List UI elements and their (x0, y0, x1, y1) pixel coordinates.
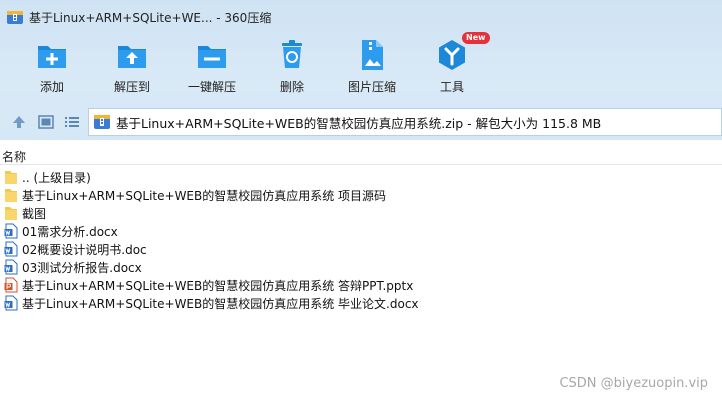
new-badge: New (462, 32, 490, 44)
archive-path-text: 基于Linux+ARM+SQLite+WEB的智慧校园仿真应用系统.zip - … (116, 115, 602, 131)
folder-icon (5, 171, 17, 184)
one-click-extract-button[interactable]: 一键解压 (172, 38, 252, 100)
watermark-text: CSDN @biyezuopin.vip (559, 376, 708, 391)
image-compress-icon (362, 40, 383, 70)
file-list: .. (上级目录) 基于Linux+ARM+SQLite+WEB的智慧校园仿真应… (0, 168, 722, 312)
word-document-icon (4, 259, 18, 275)
path-bar[interactable]: 基于Linux+ARM+SQLite+WEB的智慧校园仿真应用系统.zip - … (88, 108, 722, 136)
window-title: 基于Linux+ARM+SQLite+WE... - 360压缩 (29, 11, 272, 25)
list-item-parent-directory[interactable]: .. (上级目录) (0, 168, 722, 186)
list-item-design-doc[interactable]: 02概要设计说明书.doc (0, 240, 722, 258)
thumbnail-view-icon[interactable] (37, 113, 55, 131)
list-view-icon[interactable] (63, 113, 81, 131)
add-icon (38, 46, 66, 68)
powerpoint-document-icon (4, 277, 18, 293)
tools-button[interactable]: 工具 New (412, 32, 492, 100)
navigation-row: 基于Linux+ARM+SQLite+WEB的智慧校园仿真应用系统.zip - … (0, 107, 722, 137)
list-item-source-folder[interactable]: 基于Linux+ARM+SQLite+WEB的智慧校园仿真应用系统 项目源码 (0, 186, 722, 204)
extract-to-icon (118, 46, 146, 68)
list-item-thesis-docx[interactable]: 基于Linux+ARM+SQLite+WEB的智慧校园仿真应用系统 毕业论文.d… (0, 294, 722, 312)
folder-icon (5, 207, 17, 220)
one-click-extract-icon (198, 46, 226, 68)
name-column-header[interactable]: 名称 (0, 145, 722, 165)
delete-button[interactable]: 删除 (252, 38, 332, 100)
folder-icon (5, 189, 17, 202)
word-document-icon (4, 223, 18, 239)
list-item-defense-pptx[interactable]: 基于Linux+ARM+SQLite+WEB的智慧校园仿真应用系统 答辩PPT.… (0, 276, 722, 294)
title-bar: 基于Linux+ARM+SQLite+WE... - 360压缩 (0, 0, 722, 34)
up-arrow-icon[interactable] (10, 113, 28, 131)
top-panel: 基于Linux+ARM+SQLite+WE... - 360压缩 添加 解压到 (0, 0, 722, 140)
list-item-screenshots-folder[interactable]: 截图 (0, 204, 722, 222)
archive-app-icon (7, 11, 23, 24)
word-document-icon (4, 241, 18, 257)
add-button[interactable]: 添加 (12, 38, 92, 100)
delete-icon (282, 40, 302, 68)
list-item-test-report-docx[interactable]: 03测试分析报告.docx (0, 258, 722, 276)
word-document-icon (4, 295, 18, 311)
image-compress-button[interactable]: 图片压缩 (332, 38, 412, 100)
zip-file-icon (94, 115, 110, 129)
toolbar: 添加 解压到 一键解压 删除 图片压缩 工具 New (0, 32, 722, 100)
extract-to-button[interactable]: 解压到 (92, 38, 172, 100)
list-item-requirements-docx[interactable]: 01需求分析.docx (0, 222, 722, 240)
